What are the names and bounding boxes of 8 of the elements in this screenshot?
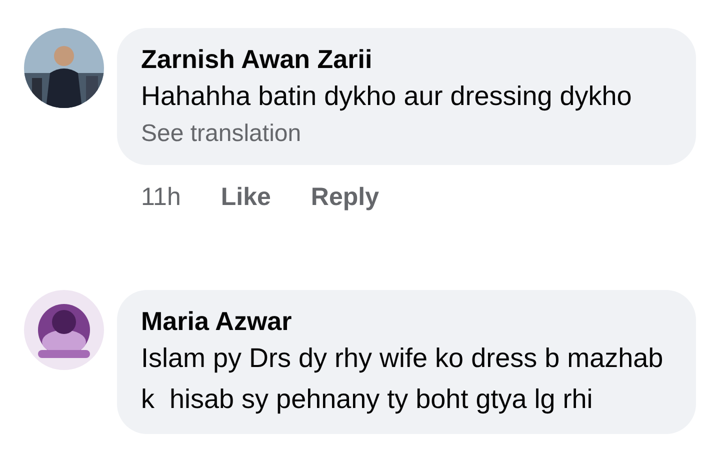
reply-button[interactable]: Reply [310,179,379,216]
author-name[interactable]: Maria Azwar [141,304,676,338]
see-translation-link[interactable]: See translation [141,117,302,151]
comment-text: Hahahha batin dykho aur dressing dykho [141,80,633,113]
author-name[interactable]: Zarnish Awan Zarii [141,42,676,76]
comment-text: Islam py Drs dy rhy wife ko dress b mazhab k hisab sy pehnany ty boht gtya lg rhi [141,342,664,416]
timestamp: 11h [141,182,181,213]
like-button[interactable]: Like [220,179,271,216]
